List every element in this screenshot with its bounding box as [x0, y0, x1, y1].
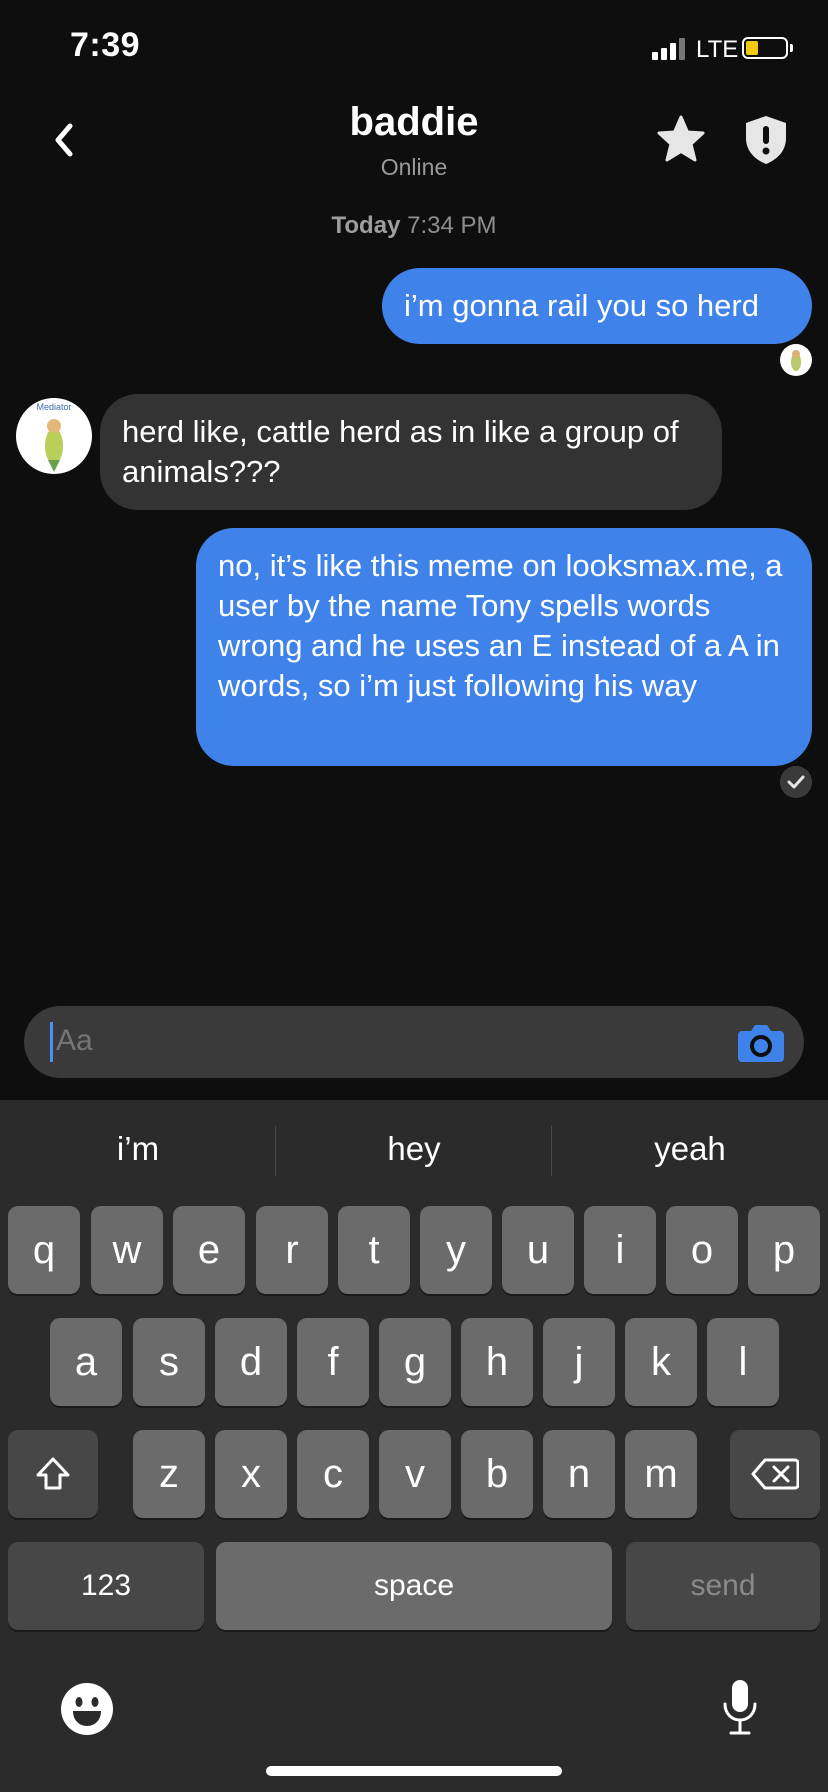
key-t[interactable]: t	[338, 1206, 410, 1294]
key-w[interactable]: w	[91, 1206, 163, 1294]
read-receipt-avatar	[780, 344, 812, 376]
shift-key[interactable]	[8, 1430, 98, 1518]
camera-icon[interactable]	[736, 1022, 786, 1064]
key-h[interactable]: h	[461, 1318, 533, 1406]
key-b[interactable]: b	[461, 1430, 533, 1518]
key-q[interactable]: q	[8, 1206, 80, 1294]
battery-tip	[790, 44, 793, 52]
key-c[interactable]: c	[297, 1430, 369, 1518]
key-o[interactable]: o	[666, 1206, 738, 1294]
status-time: 7:39	[70, 26, 141, 64]
key-j[interactable]: j	[543, 1318, 615, 1406]
suggestion-3[interactable]: yeah	[552, 1130, 828, 1168]
key-y[interactable]: y	[420, 1206, 492, 1294]
star-icon[interactable]	[656, 114, 706, 164]
key-m[interactable]: m	[625, 1430, 697, 1518]
suggestion-2[interactable]: hey	[276, 1130, 552, 1168]
key-s[interactable]: s	[133, 1318, 205, 1406]
key-v[interactable]: v	[379, 1430, 451, 1518]
delivered-check-icon	[780, 766, 812, 798]
key-p[interactable]: p	[748, 1206, 820, 1294]
network-type: LTE	[696, 36, 739, 63]
text-caret	[50, 1022, 53, 1062]
shift-arrow-icon	[36, 1457, 70, 1490]
key-a[interactable]: a	[50, 1318, 122, 1406]
key-e[interactable]: e	[173, 1206, 245, 1294]
key-k[interactable]: k	[625, 1318, 697, 1406]
outgoing-message[interactable]: i’m gonna rail you so herd	[382, 268, 812, 344]
timestamp-day: Today	[331, 212, 401, 239]
space-key[interactable]: space	[216, 1542, 612, 1630]
backspace-key[interactable]	[730, 1430, 820, 1518]
microphone-icon[interactable]	[720, 1678, 760, 1736]
home-indicator[interactable]	[266, 1766, 562, 1776]
contact-avatar[interactable]: Mediator	[16, 398, 92, 474]
key-r[interactable]: r	[256, 1206, 328, 1294]
key-i[interactable]: i	[584, 1206, 656, 1294]
timestamp-time: 7:34 PM	[407, 212, 497, 239]
send-key[interactable]: send	[626, 1542, 820, 1630]
emoji-icon[interactable]	[60, 1682, 114, 1736]
shield-alert-icon[interactable]	[742, 114, 790, 166]
signal-strength-icon	[652, 38, 685, 60]
key-x[interactable]: x	[215, 1430, 287, 1518]
key-n[interactable]: n	[543, 1430, 615, 1518]
numbers-key[interactable]: 123	[8, 1542, 204, 1630]
key-u[interactable]: u	[502, 1206, 574, 1294]
key-z[interactable]: z	[133, 1430, 205, 1518]
incoming-message[interactable]: herd like, cattle herd as in like a grou…	[100, 394, 722, 510]
suggestion-1[interactable]: i’m	[0, 1130, 276, 1168]
conversation-timestamp: Today 7:34 PM	[0, 212, 828, 240]
key-l[interactable]: l	[707, 1318, 779, 1406]
key-d[interactable]: d	[215, 1318, 287, 1406]
battery-icon	[742, 37, 788, 59]
outgoing-message[interactable]: no, it’s like this meme on looksmax.me, …	[196, 528, 812, 766]
backspace-icon	[751, 1458, 799, 1490]
key-g[interactable]: g	[379, 1318, 451, 1406]
key-f[interactable]: f	[297, 1318, 369, 1406]
message-input[interactable]	[56, 1024, 656, 1058]
